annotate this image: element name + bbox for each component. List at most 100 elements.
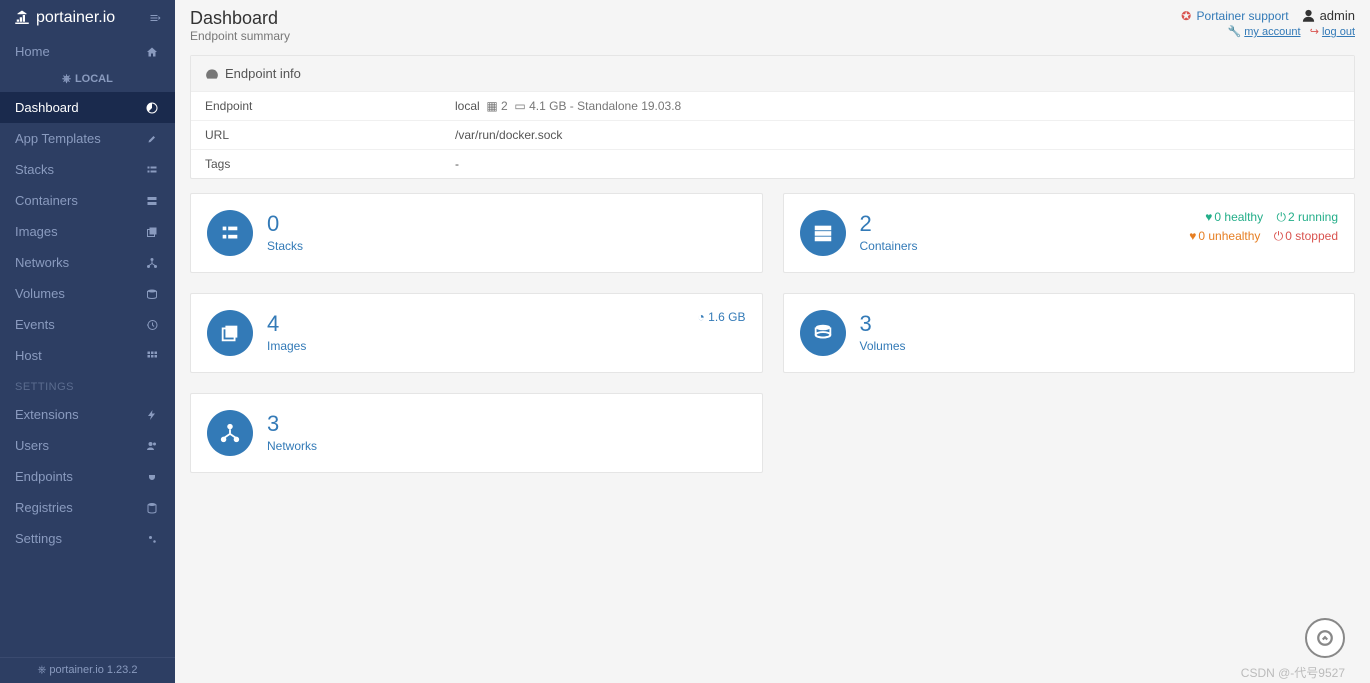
sitemap-icon (146, 257, 160, 269)
tile-stacks[interactable]: 0 Stacks (190, 193, 763, 273)
page-subtitle: Endpoint summary (190, 29, 290, 43)
tile-volumes[interactable]: 3 Volumes (783, 293, 1356, 373)
sidebar-item-dashboard[interactable]: Dashboard (0, 92, 175, 123)
networks-icon (207, 410, 253, 456)
portainer-logo-icon (12, 8, 32, 28)
bolt-icon (146, 409, 160, 421)
sidebar-item-volumes[interactable]: Volumes (0, 278, 175, 309)
tile-networks[interactable]: 3 Networks (190, 393, 763, 473)
nav-label: Images (15, 224, 58, 239)
nav-label: Volumes (15, 286, 65, 301)
volumes-icon (800, 310, 846, 356)
scroll-top-button[interactable] (1305, 618, 1345, 658)
list-icon (146, 164, 160, 176)
nav-label: Host (15, 348, 42, 363)
nav-label: Endpoints (15, 469, 73, 484)
nav-label: Dashboard (15, 100, 79, 115)
microchip-icon: ▦ (486, 99, 497, 113)
nav-label: App Templates (15, 131, 101, 146)
my-account-link[interactable]: my account (1244, 26, 1300, 38)
sidebar-item-home[interactable]: Home (0, 36, 175, 67)
endpoint-selector[interactable]: ⎈LOCAL (0, 67, 175, 92)
th-icon (146, 350, 160, 362)
tile-containers[interactable]: 2 Containers ♥0 healthy ⏻2 running ♥0 un… (783, 193, 1356, 273)
heartbeat-icon: ♥ (1189, 229, 1196, 243)
tile-label: Containers (860, 239, 918, 253)
nav-label: Extensions (15, 407, 79, 422)
images-icon (207, 310, 253, 356)
heartbeat-icon: ♥ (1205, 210, 1212, 224)
pie-chart-icon: ◔ (698, 310, 705, 324)
cogs-icon (146, 533, 160, 545)
sidebar-item-networks[interactable]: Networks (0, 247, 175, 278)
table-row: URL /var/run/docker.sock (191, 121, 1354, 150)
tile-count: 3 (267, 413, 317, 435)
sidebar-item-registries[interactable]: Registries (0, 492, 175, 523)
wrench-icon: 🔧 (1228, 26, 1242, 38)
endpoint-info-panel: Endpoint info Endpoint local ▦ 2 ▭ 4.1 G… (190, 55, 1355, 179)
power-icon: ⏻ (1276, 210, 1286, 224)
sidebar: portainer.io Home ⎈LOCAL Dashboard App T… (0, 0, 175, 683)
sidebar-item-images[interactable]: Images (0, 216, 175, 247)
stacks-icon (207, 210, 253, 256)
page-title: Dashboard (190, 8, 290, 29)
tile-count: 4 (267, 313, 306, 335)
brand-logo[interactable]: portainer.io (12, 8, 115, 28)
tile-count: 0 (267, 213, 303, 235)
tile-label: Volumes (860, 339, 906, 353)
database-icon (146, 502, 160, 514)
support-link[interactable]: ✪ Portainer support (1181, 9, 1288, 23)
users-icon (146, 440, 160, 452)
nav-label: Networks (15, 255, 69, 270)
tile-label: Stacks (267, 239, 303, 253)
tile-count: 2 (860, 213, 918, 235)
nav-label: Containers (15, 193, 78, 208)
sidebar-collapse-icon[interactable] (147, 12, 163, 24)
tile-label: Images (267, 339, 306, 353)
containers-icon (800, 210, 846, 256)
server-icon (146, 195, 160, 207)
container-stats: ♥0 healthy ⏻2 running ♥0 unhealthy ⏻0 st… (1189, 208, 1338, 246)
nav-label: Registries (15, 500, 73, 515)
endpoint-info-table: Endpoint local ▦ 2 ▭ 4.1 GB - Standalone… (191, 92, 1354, 178)
logo-row: portainer.io (0, 0, 175, 36)
plug-icon (146, 471, 160, 483)
tachometer-icon (205, 67, 219, 81)
home-icon (146, 46, 160, 58)
table-row: Tags - (191, 150, 1354, 179)
brand-text: portainer.io (36, 9, 115, 27)
sidebar-item-extensions[interactable]: Extensions (0, 399, 175, 430)
dashboard-icon (146, 102, 160, 114)
sidebar-item-users[interactable]: Users (0, 430, 175, 461)
memory-icon: ▭ (514, 99, 525, 113)
username: admin (1320, 8, 1355, 23)
nav-label: Home (15, 44, 50, 59)
panel-header: Endpoint info (191, 56, 1354, 92)
sidebar-item-host[interactable]: Host (0, 340, 175, 371)
sidebar-item-app-templates[interactable]: App Templates (0, 123, 175, 154)
page-header: Dashboard Endpoint summary ✪ Portainer s… (190, 8, 1355, 43)
sidebar-item-stacks[interactable]: Stacks (0, 154, 175, 185)
sidebar-item-settings[interactable]: Settings (0, 523, 175, 554)
tile-count: 3 (860, 313, 906, 335)
docker-icon: ⎈ (62, 73, 71, 85)
sidebar-item-endpoints[interactable]: Endpoints (0, 461, 175, 492)
tile-images[interactable]: 4 Images ◔ 1.6 GB (190, 293, 763, 373)
user-controls: ✪ Portainer support admin 🔧 my account ↪… (1181, 8, 1355, 38)
portainer-logo-icon: ⎈ (38, 664, 50, 676)
power-icon: ⏻ (1274, 229, 1284, 243)
sidebar-item-containers[interactable]: Containers (0, 185, 175, 216)
settings-section-header: SETTINGS (0, 371, 175, 399)
nav-label: Stacks (15, 162, 54, 177)
sidebar-footer: ⎈ portainer.io 1.23.2 (0, 657, 175, 683)
hdd-icon (146, 288, 160, 300)
table-row: Endpoint local ▦ 2 ▭ 4.1 GB - Standalone… (191, 92, 1354, 121)
sidebar-item-events[interactable]: Events (0, 309, 175, 340)
tile-label: Networks (267, 439, 317, 453)
main-content: Dashboard Endpoint summary ✪ Portainer s… (175, 0, 1370, 683)
history-icon (146, 319, 160, 331)
user-icon (1301, 8, 1316, 23)
logout-link[interactable]: log out (1322, 26, 1355, 38)
logout-icon: ↪ (1310, 26, 1319, 38)
rocket-icon (146, 133, 160, 145)
